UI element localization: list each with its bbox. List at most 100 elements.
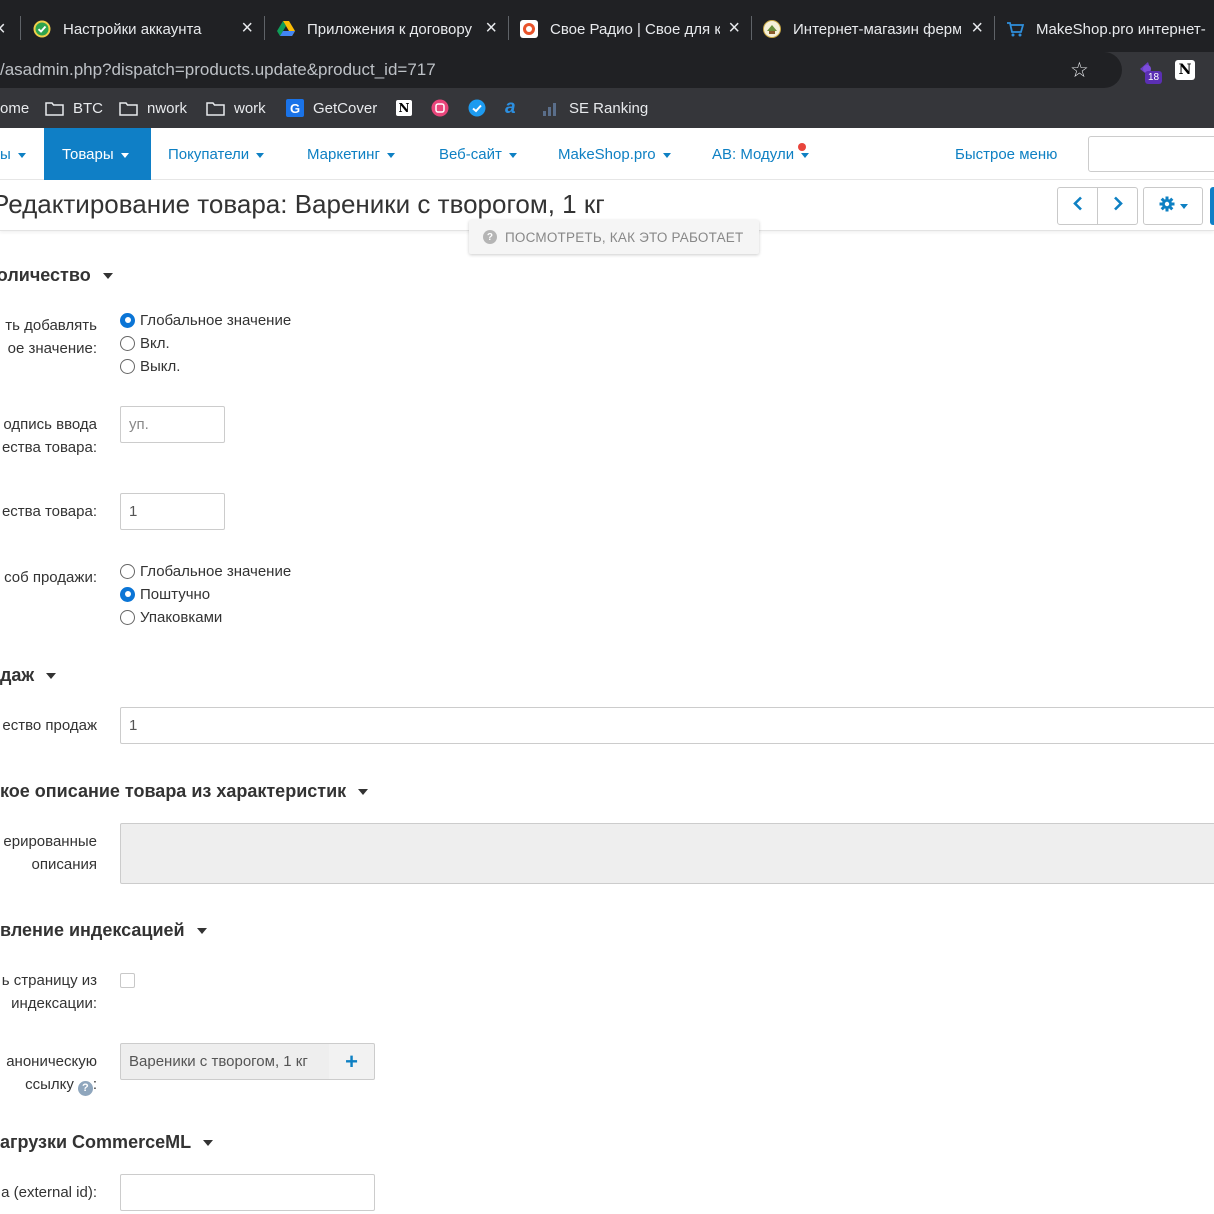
add-canonical-button[interactable]: + xyxy=(329,1043,375,1080)
chevron-right-icon xyxy=(1113,196,1123,216)
bookmark-label: ome xyxy=(0,99,30,117)
radio-button[interactable] xyxy=(120,609,135,625)
sale-method-option-global[interactable]: Глобальное значение xyxy=(120,561,291,581)
how-it-works-link[interactable]: ? ПОСМОТРЕТЬ, КАК ЭТО РАБОТАЕТ xyxy=(469,220,759,254)
sale-method-label: соб продажи: xyxy=(4,569,97,586)
generated-description-textarea[interactable] xyxy=(120,823,1214,884)
admin-top-menu: ы Товары Покупатели Маркетинг Веб-сайт M… xyxy=(0,128,1214,180)
tab-separator xyxy=(751,16,752,40)
bookmark-app-pink[interactable] xyxy=(431,98,458,118)
section-sales-header[interactable]: даж xyxy=(0,665,57,686)
section-title: вление индексацией xyxy=(0,920,185,940)
notification-dot xyxy=(798,143,806,151)
nav-item-marketing[interactable]: Маркетинг xyxy=(307,128,395,180)
tab-close-icon[interactable]: × xyxy=(971,18,983,38)
bookmark-se-ranking[interactable]: SE Ranking xyxy=(542,98,648,118)
bookmark-notion[interactable]: N xyxy=(396,98,421,118)
radio-label: Глобальное значение xyxy=(140,562,292,580)
canonical-link-input[interactable]: Вареники с творогом, 1 кг xyxy=(120,1043,330,1080)
nav-item-products[interactable]: Товары xyxy=(44,128,151,180)
quick-menu-link[interactable]: Быстрое меню xyxy=(955,128,1057,180)
label-line: анoническую xyxy=(6,1053,97,1070)
external-id-input[interactable] xyxy=(120,1174,375,1211)
section-description-header[interactable]: кое описание товара из характеристик xyxy=(0,781,369,802)
nav-item-products-prev[interactable]: ы xyxy=(0,128,26,180)
exclude-indexing-checkbox[interactable] xyxy=(120,973,135,988)
sale-method-option-piece[interactable]: Поштучно xyxy=(120,584,210,604)
bookmark-home[interactable]: ome xyxy=(0,98,29,118)
settings-dropdown-button[interactable] xyxy=(1143,187,1203,225)
section-commerceml-header[interactable]: агрузки CommerceML xyxy=(0,1132,214,1153)
section-indexing-header[interactable]: вление индексацией xyxy=(0,920,207,941)
bookmark-star-icon[interactable]: ☆ xyxy=(1070,58,1089,83)
chevron-left-icon xyxy=(1072,196,1083,216)
nav-label: Товары xyxy=(62,145,114,163)
url-text[interactable]: /asadmin.php?dispatch=products.update&pr… xyxy=(0,60,436,80)
bookmark-folder-btc[interactable]: BTC xyxy=(45,98,103,118)
tab-close-icon[interactable]: × xyxy=(0,18,6,40)
folder-icon xyxy=(45,101,64,116)
notion-extension-icon[interactable]: N xyxy=(1175,60,1195,80)
nav-item-website[interactable]: Веб-сайт xyxy=(439,128,517,180)
nav-label: ы xyxy=(0,145,11,163)
radio-button[interactable] xyxy=(120,335,135,351)
section-quantity-header[interactable]: количество xyxy=(0,265,113,286)
address-bar[interactable]: /asadmin.php?dispatch=products.update&pr… xyxy=(0,52,1122,88)
bookmark-folder-work[interactable]: work xyxy=(206,98,266,118)
sale-method-option-package[interactable]: Упаковками xyxy=(120,607,222,627)
quantity-caption-input[interactable]: уп. xyxy=(120,406,225,443)
sales-count-input[interactable]: 1 xyxy=(120,707,1214,744)
label-line: ерированные xyxy=(3,833,97,850)
tab-makeshop[interactable]: MakeShop.pro интернет- xyxy=(1006,10,1214,48)
radio-button[interactable] xyxy=(120,586,135,602)
question-icon[interactable]: ? xyxy=(77,1081,93,1096)
page-title: Редактирование товара: Вареники с творог… xyxy=(0,189,605,219)
label-colon: : xyxy=(92,1076,97,1093)
allow-add-option-on[interactable]: Вкл. xyxy=(120,333,170,353)
tab-close-icon[interactable]: × xyxy=(485,18,497,38)
bookmark-check[interactable] xyxy=(468,98,495,118)
bookmark-a[interactable]: a xyxy=(505,97,525,118)
tab-account-settings[interactable]: Настройки аккаунта × xyxy=(33,10,261,48)
cart-icon xyxy=(1006,20,1024,38)
allow-add-option-off[interactable]: Выкл. xyxy=(120,356,180,376)
radio-button[interactable] xyxy=(120,358,135,374)
tab-svoe-radio[interactable]: Свое Радио | Свое для к × xyxy=(520,10,748,48)
notion-icon: N xyxy=(396,100,412,116)
nav-label: Веб-сайт xyxy=(439,145,502,163)
section-title: даж xyxy=(0,665,35,685)
tab-contract-attachments[interactable]: Приложения к договору × xyxy=(277,10,505,48)
allow-add-option-global[interactable]: Глобальное значение xyxy=(120,310,291,330)
tab-close-icon[interactable]: × xyxy=(728,18,740,38)
chevron-down-icon xyxy=(508,152,517,158)
radio-label: Глобальное значение xyxy=(140,311,292,329)
bookmark-folder-nwork[interactable]: nwork xyxy=(119,98,187,118)
quantity-caption-label: одпись ввода ества товара: xyxy=(2,413,97,459)
label-line: ть добавлять xyxy=(5,317,97,334)
admin-search-input[interactable] xyxy=(1088,136,1214,172)
next-product-button[interactable] xyxy=(1097,187,1138,225)
radio-label: Вкл. xyxy=(140,334,170,352)
bookmark-label: BTC xyxy=(73,99,103,117)
section-title: кое описание товара из характеристик xyxy=(0,781,347,801)
nav-item-customers[interactable]: Покупатели xyxy=(168,128,265,180)
bookmark-getcover[interactable]: G GetCover xyxy=(286,98,377,118)
tab-farm-shop[interactable]: Интернет-магазин ферм × xyxy=(763,10,991,48)
nav-label: AB: Модули xyxy=(712,145,795,163)
chevron-down-icon xyxy=(17,152,26,158)
save-button[interactable] xyxy=(1210,187,1214,225)
chevron-down-icon xyxy=(801,152,810,158)
radio-button[interactable] xyxy=(120,563,135,579)
tab-title: Интернет-магазин ферм xyxy=(793,20,961,38)
label-line: ссылку?: xyxy=(6,1073,97,1096)
prev-product-button[interactable] xyxy=(1057,187,1098,225)
canonical-link-label: анoническую ссылку?: xyxy=(6,1050,97,1096)
nav-item-makeshop[interactable]: MakeShop.pro xyxy=(558,128,671,180)
extension-icon[interactable]: 18 xyxy=(1137,59,1163,85)
radio-button[interactable] xyxy=(120,312,135,328)
radio-label: Выкл. xyxy=(140,357,181,375)
quantity-input[interactable]: 1 xyxy=(120,493,225,530)
tab-close-icon[interactable]: × xyxy=(241,18,253,38)
external-id-label: a (external id): xyxy=(1,1184,97,1201)
nav-item-ab-modules[interactable]: AB: Модули xyxy=(712,128,810,180)
